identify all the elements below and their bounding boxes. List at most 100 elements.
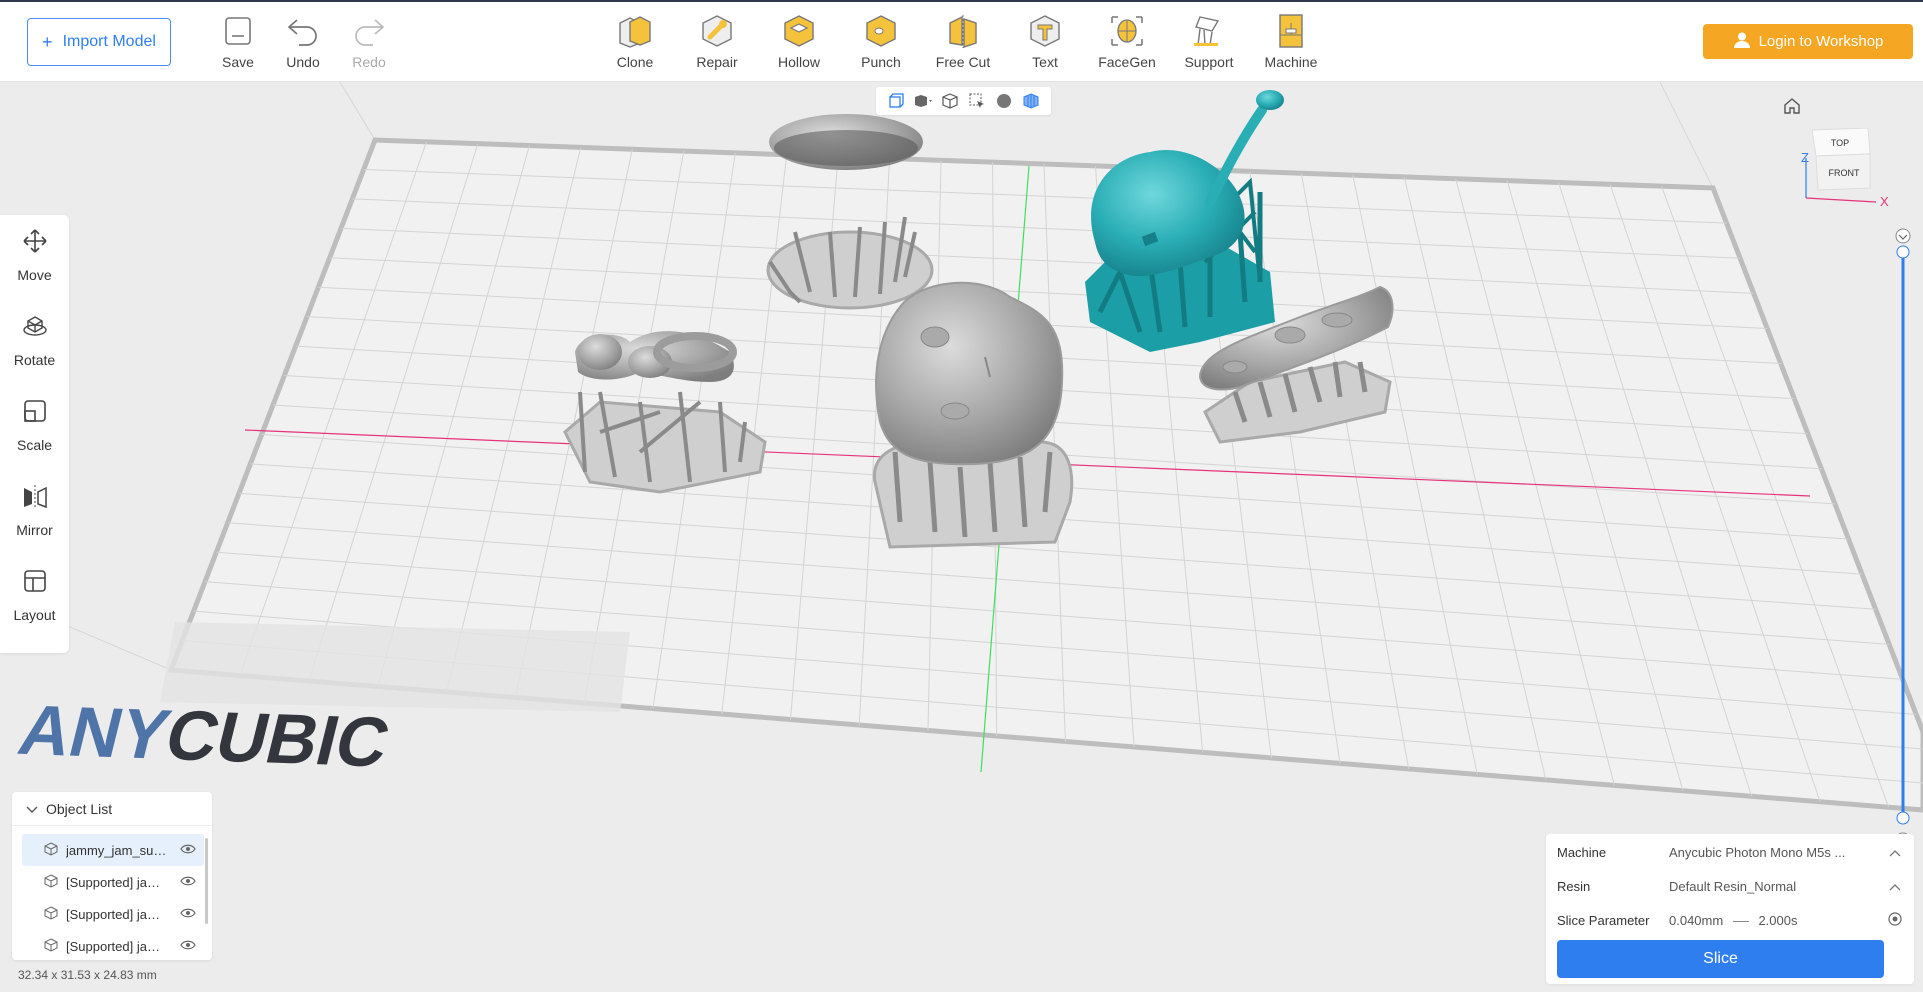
clone-tool-button[interactable]: Clone — [602, 12, 668, 74]
scale-label: Scale — [16, 436, 53, 453]
undo-icon — [283, 12, 323, 50]
view-cube[interactable]: TOP FRONT Z X — [1798, 127, 1894, 218]
visibility-eye-icon[interactable] — [180, 875, 196, 890]
cube-icon — [44, 873, 58, 891]
punch-tool-button[interactable]: Punch — [848, 12, 914, 74]
object-list-item[interactable]: [Supported] ja… — [22, 866, 204, 898]
visibility-eye-icon[interactable] — [180, 907, 196, 922]
scale-icon — [22, 398, 48, 429]
machine-tool-button[interactable]: Machine — [1258, 12, 1324, 74]
layer-height-slider[interactable] — [1891, 228, 1915, 848]
object-list-header[interactable]: Object List — [12, 792, 212, 826]
object-list-panel: Object List jammy_jam_su… [Supported] ja… — [12, 792, 212, 960]
facegen-label: FaceGen — [1098, 54, 1156, 70]
home-view-icon[interactable] — [1782, 96, 1804, 118]
support-label: Support — [1184, 54, 1234, 70]
model-selected-jammy-jam[interactable] — [1085, 90, 1284, 352]
object-list-title: Object List — [46, 800, 113, 817]
slice-button[interactable]: Slice — [1557, 940, 1884, 978]
wireframe-view-icon[interactable] — [940, 91, 960, 111]
view-mode-toolbar — [876, 87, 1051, 115]
view-cube-front-label: FRONT — [1829, 168, 1860, 178]
import-model-label: Import Model — [62, 33, 156, 50]
layout-icon — [22, 568, 48, 599]
support-icon — [1189, 12, 1229, 50]
repair-tool-button[interactable]: Repair — [684, 12, 750, 74]
room-edge — [339, 82, 376, 141]
clone-icon — [615, 12, 655, 50]
scale-tool-button[interactable]: Scale — [0, 385, 69, 465]
slice-settings-panel: Machine Anycubic Photon Mono M5s ... Res… — [1546, 834, 1914, 984]
visibility-eye-icon[interactable] — [180, 939, 196, 954]
free-cut-tool-button[interactable]: Free Cut — [930, 12, 996, 74]
text-icon — [1025, 12, 1065, 50]
hollow-tool-button[interactable]: Hollow — [766, 12, 832, 74]
model-supported-center[interactable] — [873, 281, 1074, 549]
facegen-icon — [1107, 12, 1147, 50]
object-list-scrollbar[interactable] — [205, 838, 208, 924]
login-to-workshop-button[interactable]: Login to Workshop — [1703, 24, 1913, 59]
repair-icon — [697, 12, 737, 50]
settings-target-icon[interactable] — [1883, 911, 1907, 929]
slice-parameter-values: 0.040mm 2.000s — [1669, 913, 1883, 928]
cube-icon — [44, 905, 58, 923]
resin-row[interactable]: Resin Default Resin_Normal — [1557, 875, 1907, 897]
machine-label: Machine — [1264, 54, 1318, 70]
resin-row-label: Resin — [1557, 878, 1591, 894]
cube-icon — [44, 937, 58, 955]
visibility-eye-icon[interactable] — [180, 843, 196, 858]
room-edge — [1659, 82, 1714, 189]
anycubic-logo-text: ANYCUBIC — [12, 690, 398, 781]
chevron-up-icon[interactable] — [1883, 845, 1907, 860]
machine-value: Anycubic Photon Mono M5s ... — [1669, 844, 1846, 860]
mirror-tool-button[interactable]: Mirror — [0, 470, 69, 550]
top-accent-line — [0, 0, 1923, 2]
undo-button[interactable]: Undo — [270, 12, 336, 74]
layout-tool-button[interactable]: Layout — [0, 555, 69, 635]
x-axis-label: X — [1880, 194, 1889, 209]
app-window: + Import Model Save Undo Redo Clone Repa… — [0, 0, 1923, 992]
save-button[interactable]: Save — [205, 12, 271, 74]
punch-icon — [861, 12, 901, 50]
rotate-icon — [22, 313, 48, 344]
facegen-tool-button[interactable]: FaceGen — [1094, 12, 1160, 74]
object-list-item[interactable]: [Supported] ja… — [22, 930, 204, 962]
xray-view-icon[interactable] — [1021, 91, 1041, 111]
left-tool-panel: Move Rotate Scale Mirror Layout — [0, 215, 69, 653]
slider-up-icon — [1895, 228, 1911, 244]
chevron-down-icon — [26, 801, 38, 817]
rotate-label: Rotate — [13, 351, 56, 368]
move-icon — [22, 228, 48, 259]
machine-row[interactable]: Machine Anycubic Photon Mono M5s ... — [1557, 841, 1907, 863]
save-label: Save — [222, 54, 254, 70]
free-cut-label: Free Cut — [935, 54, 991, 70]
object-list-item[interactable]: [Supported] ja… — [22, 898, 204, 930]
cube-icon — [44, 841, 58, 859]
support-tool-button[interactable]: Support — [1176, 12, 1242, 74]
move-tool-button[interactable]: Move — [0, 215, 69, 295]
mirror-icon — [21, 483, 49, 514]
rotate-tool-button[interactable]: Rotate — [0, 300, 69, 380]
object-name: jammy_jam_su… — [66, 842, 167, 858]
save-icon — [218, 12, 258, 50]
text-tool-button[interactable]: Text — [1012, 12, 1078, 74]
exposure-value: 2.000s — [1758, 912, 1798, 928]
text-label: Text — [1032, 54, 1058, 70]
redo-button[interactable]: Redo — [336, 12, 402, 74]
import-model-button[interactable]: + Import Model — [27, 18, 171, 66]
z-axis-label: Z — [1801, 150, 1809, 165]
sphere-view-icon[interactable] — [994, 91, 1014, 111]
model-dimensions: 32.34 x 31.53 x 24.83 mm — [18, 968, 157, 982]
chevron-up-icon[interactable] — [1883, 879, 1907, 894]
object-name: [Supported] ja… — [66, 906, 160, 922]
clone-label: Clone — [616, 54, 654, 70]
solid-view-icon[interactable] — [913, 91, 933, 111]
hollow-icon — [779, 12, 819, 50]
slider-top-handle — [1896, 245, 1910, 259]
perspective-view-icon[interactable] — [886, 91, 906, 111]
object-list-item[interactable]: jammy_jam_su… — [22, 834, 204, 866]
slice-parameter-row[interactable]: Slice Parameter 0.040mm 2.000s — [1557, 909, 1907, 931]
select-box-icon[interactable] — [967, 91, 987, 111]
view-cube-top-label: TOP — [1831, 138, 1849, 148]
object-name: [Supported] ja… — [66, 874, 160, 890]
